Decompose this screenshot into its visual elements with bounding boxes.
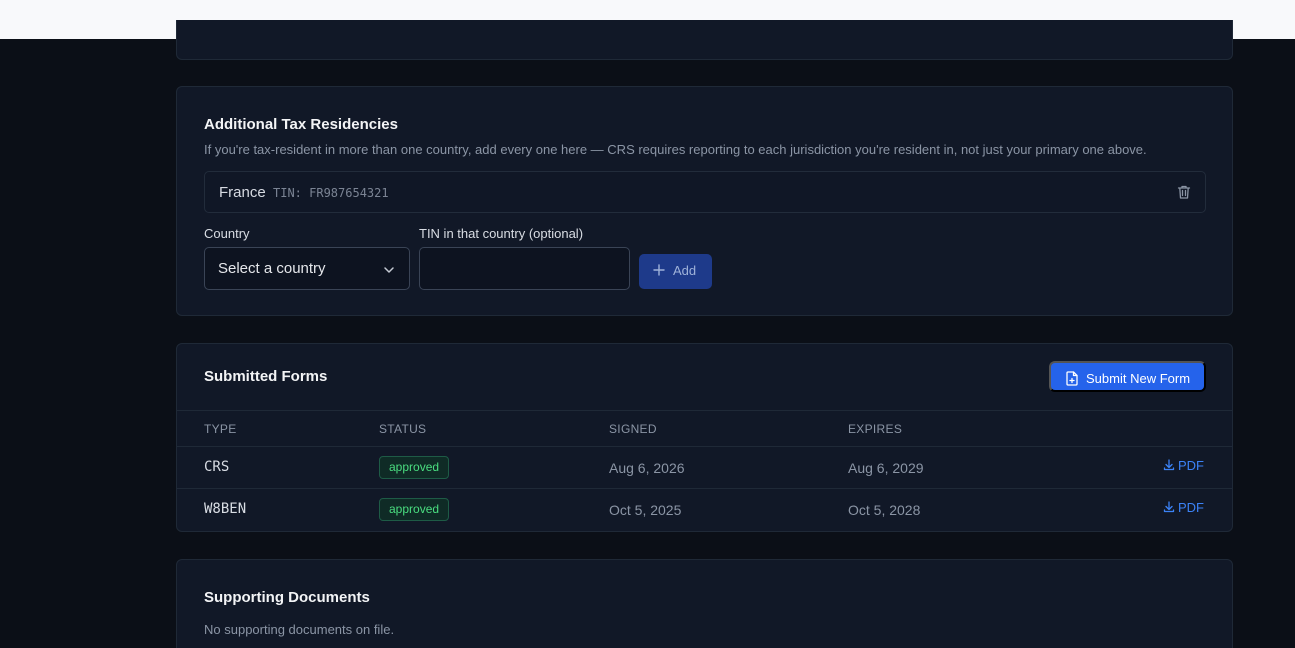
- signed-date: Aug 6, 2026: [609, 460, 685, 476]
- status-badge: approved: [379, 456, 450, 479]
- table-row: CRS approved Aug 6, 2026 Aug 6, 2029 PDF: [177, 447, 1232, 489]
- section-title: Additional Tax Residencies: [204, 116, 398, 133]
- residency-tin: TIN: FR987654321: [273, 186, 389, 200]
- tin-input[interactable]: [419, 247, 630, 290]
- trash-icon[interactable]: [1176, 184, 1192, 200]
- tax-residencies-card: Additional Tax Residencies If you're tax…: [176, 86, 1233, 316]
- plus-icon: [653, 264, 665, 276]
- download-pdf-link[interactable]: PDF: [1163, 500, 1204, 515]
- chevron-down-icon: [384, 267, 394, 273]
- add-button-label: Add: [673, 263, 697, 278]
- download-icon: [1163, 501, 1175, 513]
- pdf-label: PDF: [1178, 458, 1204, 473]
- column-header-expires: EXPIRES: [848, 422, 903, 436]
- submit-new-form-button[interactable]: Submit New Form: [1049, 361, 1206, 392]
- section-title: Supporting Documents: [204, 589, 370, 606]
- section-description: If you're tax-resident in more than one …: [204, 142, 1147, 157]
- status-badge: approved: [379, 498, 450, 521]
- submitted-forms-card: Submitted Forms Submit New Form TYPE STA…: [176, 343, 1233, 532]
- table-row: W8BEN approved Oct 5, 2025 Oct 5, 2028 P…: [177, 489, 1232, 531]
- previous-section-card: [176, 20, 1233, 60]
- country-select[interactable]: Select a country: [204, 247, 410, 290]
- file-plus-icon: [1066, 371, 1078, 386]
- download-pdf-link[interactable]: PDF: [1163, 458, 1204, 473]
- form-type: W8BEN: [204, 501, 247, 517]
- column-header-signed: SIGNED: [609, 422, 657, 436]
- column-header-type: TYPE: [204, 422, 237, 436]
- section-title: Submitted Forms: [204, 368, 328, 385]
- submit-button-label: Submit New Form: [1086, 371, 1191, 386]
- country-select-value: Select a country: [218, 260, 326, 277]
- download-icon: [1163, 459, 1175, 471]
- empty-state-text: No supporting documents on file.: [204, 622, 395, 637]
- residency-entry: France TIN: FR987654321: [204, 171, 1206, 213]
- table-header: TYPE STATUS SIGNED EXPIRES: [177, 410, 1232, 447]
- form-type: CRS: [204, 459, 230, 475]
- column-header-status: STATUS: [379, 422, 427, 436]
- tin-label: TIN in that country (optional): [419, 226, 584, 241]
- country-label: Country: [204, 226, 250, 241]
- expires-date: Oct 5, 2028: [848, 502, 921, 518]
- add-residency-button[interactable]: Add: [639, 254, 712, 289]
- signed-date: Oct 5, 2025: [609, 502, 682, 518]
- expires-date: Aug 6, 2029: [848, 460, 924, 476]
- residency-country: France: [219, 184, 266, 201]
- pdf-label: PDF: [1178, 500, 1204, 515]
- supporting-documents-card: Supporting Documents No supporting docum…: [176, 559, 1233, 648]
